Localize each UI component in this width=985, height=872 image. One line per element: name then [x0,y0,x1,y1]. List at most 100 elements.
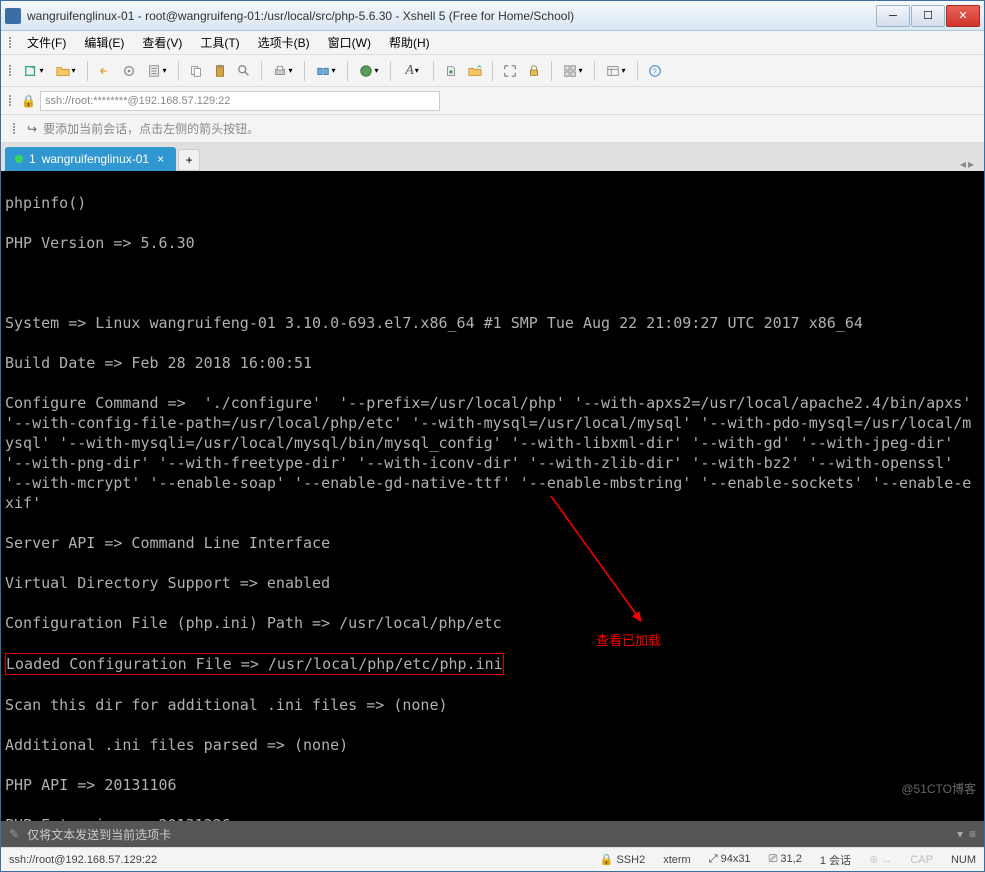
status-cursor-pos: ⎚ 31,2 [769,853,802,866]
tip-text: 要添加当前会话，点击左侧的箭头按钮。 [43,120,259,137]
terminal-line: Configure Command => './configure' '--pr… [5,393,980,513]
terminal-line: Virtual Directory Support => enabled [5,573,980,593]
separator [433,61,434,81]
print-button[interactable]: ▾ [268,60,298,82]
status-size: ⤢ 94x31 [709,853,751,866]
sendbar-arrow-icon[interactable]: ▾ [957,827,963,841]
properties-button[interactable]: ▾ [142,60,172,82]
terminal-line: PHP Version => 5.6.30 [5,233,980,253]
script-button[interactable] [440,60,462,82]
connected-status-icon [15,155,23,163]
svg-text:+: + [31,65,35,72]
tab-nav: ◂ ▸ [960,157,980,171]
svg-text:?: ? [652,67,657,76]
status-divider: ⊕ ↔ [869,853,892,866]
terminal-line: Additional .ini files parsed => (none) [5,735,980,755]
help-button[interactable]: ? [644,60,666,82]
separator [594,61,595,81]
menu-bar: 文件(F) 编辑(E) 查看(V) 工具(T) 选项卡(B) 窗口(W) 帮助(… [1,31,984,55]
grip-handle[interactable] [9,60,15,82]
font-button[interactable]: A▾ [397,60,427,82]
maximize-button[interactable]: ☐ [911,5,945,27]
status-cap: CAP [910,854,933,866]
add-tab-button[interactable]: + [178,149,200,171]
copy-button[interactable] [185,60,207,82]
paste-button[interactable] [209,60,231,82]
compose-icon[interactable]: ✎ [9,827,19,841]
toolbar: +▾ ▾ ▾ ▾ ▾ [1,55,984,87]
separator [261,61,262,81]
grip-handle[interactable] [13,118,19,140]
arrow-icon[interactable]: ↪ [27,122,37,136]
disconnect-button[interactable] [118,60,140,82]
status-num: NUM [951,854,976,866]
menu-tab[interactable]: 选项卡(B) [250,31,318,54]
terminal-line: Configuration File (php.ini) Path => /us… [5,613,980,633]
tab-prev-icon[interactable]: ◂ [960,157,966,171]
separator [390,61,391,81]
sendbar-menu-icon[interactable]: ≡ [969,827,976,841]
menu-tools[interactable]: 工具(T) [192,31,247,54]
lock-icon: 🔒 [21,94,36,108]
separator [637,61,638,81]
send-bar: ✎ 仅将文本发送到当前选项卡 ▾ ≡ [1,821,984,847]
watermark: @51CTO博客 [901,779,976,799]
app-icon [5,8,21,24]
address-value: ssh://root:********@192.168.57.129:22 [45,95,230,107]
close-button[interactable]: ✕ [946,5,980,27]
terminal-line: Scan this dir for additional .ini files … [5,695,980,715]
menu-edit[interactable]: 编辑(E) [76,31,132,54]
tab-next-icon[interactable]: ▸ [968,157,974,171]
minimize-button[interactable]: ─ [876,5,910,27]
tab-label: wangruifenglinux-01 [42,152,149,166]
menu-file[interactable]: 文件(F) [19,31,74,54]
status-bar: ssh://root@192.168.57.129:22 🔒 SSH2 xter… [1,847,984,871]
address-input[interactable]: ssh://root:********@192.168.57.129:22 [40,91,440,111]
separator [304,61,305,81]
tile-button[interactable]: ▾ [558,60,588,82]
reconnect-button[interactable] [94,60,116,82]
annotation-label: 查看已加载 [596,631,661,651]
grip-handle[interactable] [9,90,15,112]
status-sessions: 1 会话 [820,852,851,868]
terminal-line: Server API => Command Line Interface [5,533,980,553]
grip-handle[interactable] [9,32,15,54]
title-bar: wangruifenglinux-01 - root@wangruifeng-0… [1,1,984,31]
tab-close-button[interactable]: × [155,152,166,166]
separator [87,61,88,81]
window-controls: ─ ☐ ✕ [876,5,980,27]
highlighted-config-line: Loaded Configuration File => /usr/local/… [5,653,980,675]
separator [347,61,348,81]
layout-button[interactable]: ▾ [601,60,631,82]
window-title: wangruifenglinux-01 - root@wangruifeng-0… [27,9,876,23]
menu-view[interactable]: 查看(V) [134,31,190,54]
terminal-line: PHP Extension => 20131226 [5,815,980,821]
open-button[interactable]: ▾ [51,60,81,82]
status-connection: ssh://root@192.168.57.129:22 [9,854,157,866]
send-bar-text: 仅将文本发送到当前选项卡 [27,826,171,843]
color-scheme-button[interactable]: ▾ [354,60,384,82]
lock-button[interactable] [523,60,545,82]
terminal-line: System => Linux wangruifeng-01 3.10.0-69… [5,313,980,333]
terminal-line [5,273,980,293]
separator [178,61,179,81]
terminal-line: Build Date => Feb 28 2018 16:00:51 [5,353,980,373]
new-session-button[interactable]: +▾ [19,60,49,82]
separator [551,61,552,81]
session-tab[interactable]: 1 wangruifenglinux-01 × [5,147,176,171]
fullscreen-button[interactable] [499,60,521,82]
status-term: xterm [663,854,691,866]
terminal-line: phpinfo() [5,193,980,213]
find-button[interactable] [233,60,255,82]
menu-help[interactable]: 帮助(H) [381,31,438,54]
tip-bar: ↪ 要添加当前会话，点击左侧的箭头按钮。 [1,115,984,143]
menu-window[interactable]: 窗口(W) [320,31,379,54]
terminal[interactable]: phpinfo() PHP Version => 5.6.30 System =… [1,171,984,821]
address-bar: 🔒 ssh://root:********@192.168.57.129:22 [1,87,984,115]
transfer-button[interactable]: ▾ [311,60,341,82]
ssh-indicator: 🔒 SSH2 [600,853,646,866]
tab-bar: 1 wangruifenglinux-01 × + ◂ ▸ [1,143,984,171]
terminal-line: PHP API => 20131106 [5,775,980,795]
xftp-button[interactable] [464,60,486,82]
separator [492,61,493,81]
